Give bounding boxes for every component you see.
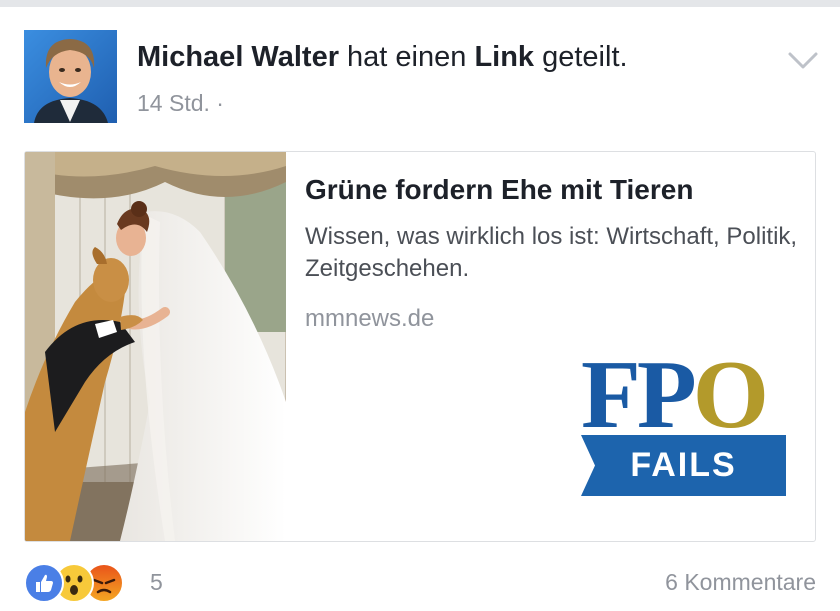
fails-band: FAILS	[581, 435, 786, 496]
wedding-photo	[25, 152, 286, 541]
author-name[interactable]: Michael Walter	[137, 41, 339, 73]
fpo-letters-fp: FP	[581, 341, 697, 449]
link-title[interactable]: Grüne fordern Ehe mit Tieren	[305, 172, 693, 208]
reaction-count[interactable]: 5	[150, 567, 163, 597]
comments-count[interactable]: 6 Kommentare	[665, 567, 816, 597]
link-domain: mmnews.de	[305, 305, 435, 332]
link-preview-card[interactable]: Grüne fordern Ehe mit Tieren Wissen, was…	[24, 151, 816, 542]
link-description: Wissen, was wirklich los ist: Wirtschaft…	[305, 223, 798, 282]
reaction-summary[interactable]	[24, 563, 154, 603]
fpo-wordmark: FPO	[581, 345, 769, 445]
avatar-image	[24, 30, 117, 123]
link-preview-image[interactable]	[25, 152, 286, 541]
fpo-fails-watermark: FPO FAILS	[581, 345, 786, 499]
action-prefix: hat einen	[338, 41, 475, 73]
fpo-letter-o: O	[692, 341, 769, 449]
top-divider	[0, 0, 840, 7]
fails-text: FAILS	[630, 446, 737, 484]
privacy-separator: ·	[216, 90, 224, 116]
timestamp[interactable]: 14 Std.	[137, 90, 210, 116]
action-link[interactable]: Link	[474, 41, 534, 73]
chevron-down-icon[interactable]	[786, 48, 820, 72]
action-suffix: geteilt.	[534, 41, 628, 73]
avatar[interactable]	[24, 30, 117, 123]
like-icon	[24, 563, 64, 603]
post-header: Michael Walter hat einen Link geteilt.	[137, 39, 628, 75]
post-meta: 14 Std. ·	[137, 88, 224, 118]
